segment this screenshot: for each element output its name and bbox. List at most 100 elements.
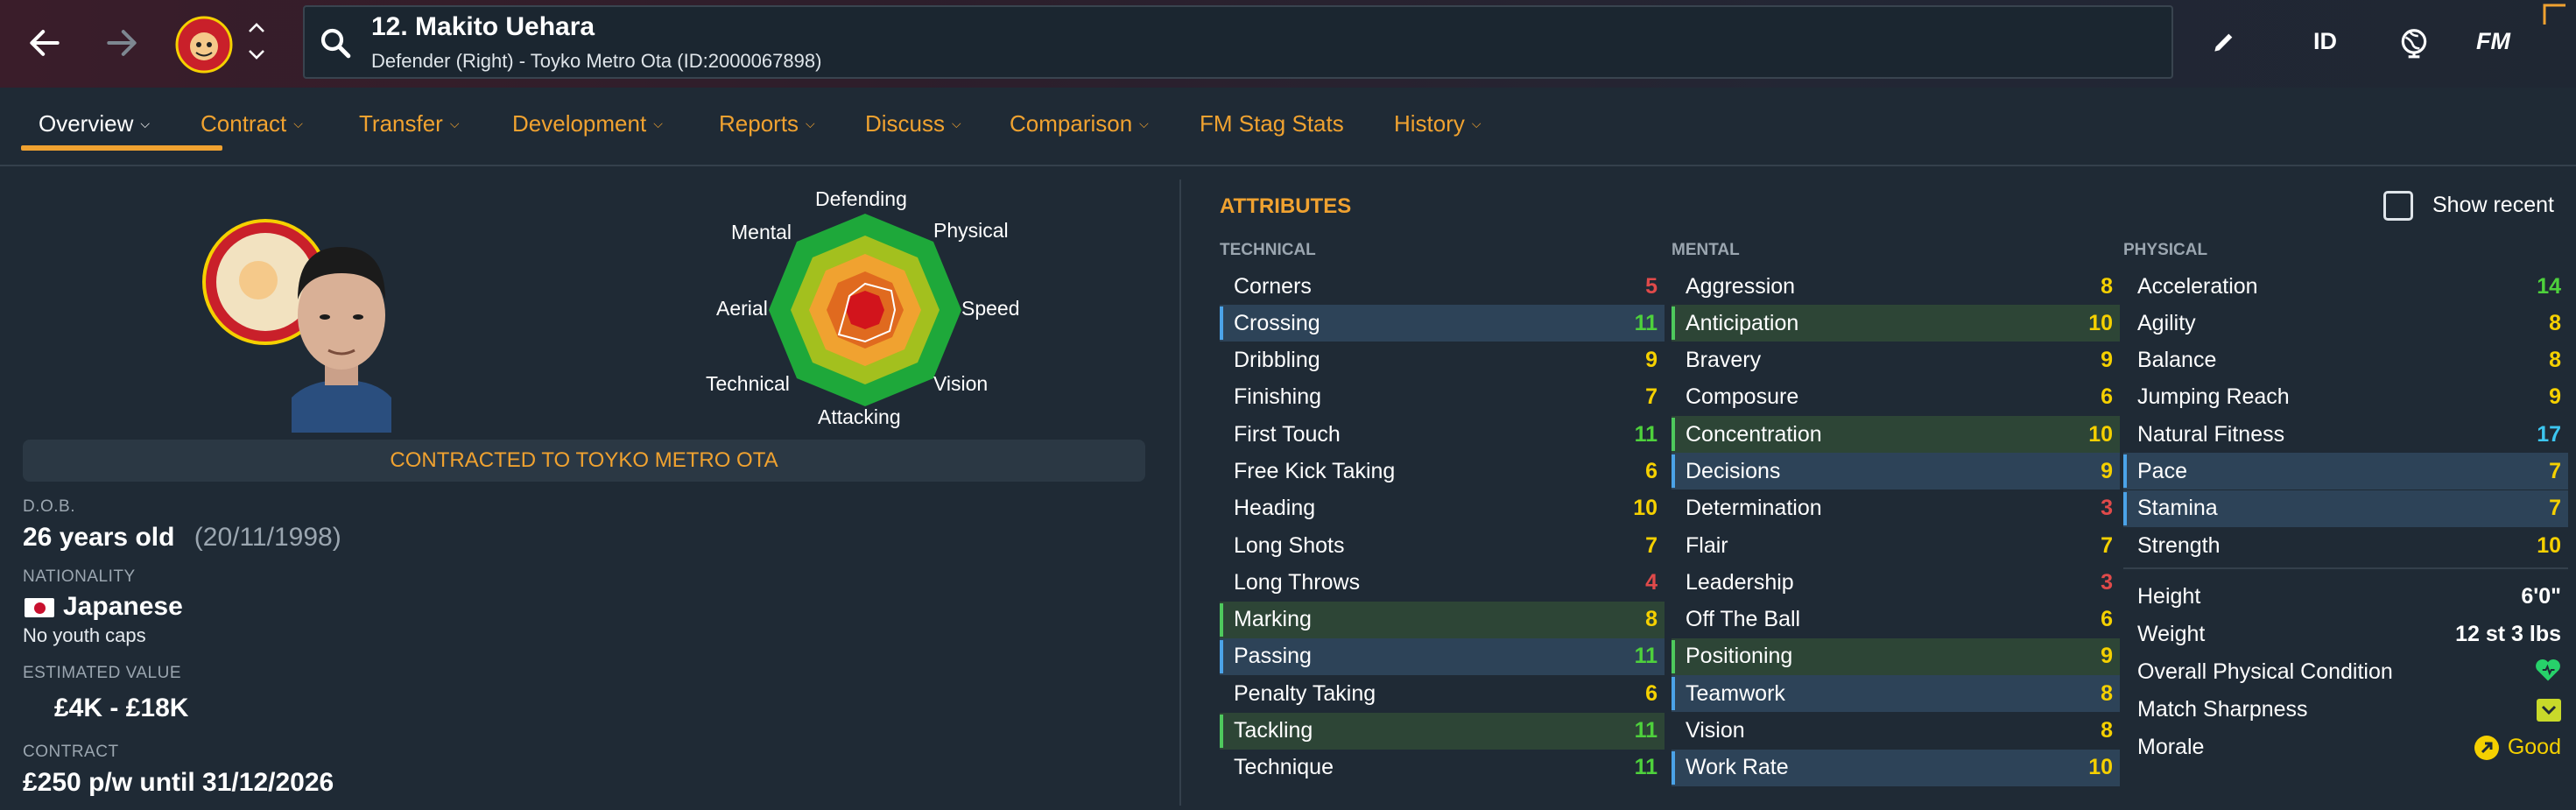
physical-attributes-list: Acceleration 14 Agility 8 Balance 8 Jumping Re… — [2123, 268, 2568, 564]
forward-arrow-icon[interactable] — [100, 21, 144, 65]
attribute-name: Crossing — [1234, 310, 1320, 335]
attribute-row[interactable]: Anticipation 10 — [1672, 305, 2120, 342]
attribute-row[interactable]: Positioning 9 — [1672, 637, 2120, 675]
attribute-row[interactable]: Vision 8 — [1672, 713, 2120, 750]
chevron-up-icon[interactable] — [245, 19, 268, 41]
attribute-row[interactable]: Crossing 11 — [1220, 305, 1665, 342]
attribute-row[interactable]: Pace 7 — [2123, 453, 2568, 490]
radar-label-vision: Vision — [933, 372, 989, 395]
attribute-row[interactable]: Concentration 10 — [1672, 416, 2120, 454]
chevron-down-icon: ⌵ — [1139, 116, 1149, 130]
tab-reports[interactable]: Reports ⌵ — [719, 110, 815, 137]
tab-overview[interactable]: Overview ⌵ — [39, 110, 150, 137]
attribute-row[interactable]: Long Throws 4 — [1220, 564, 1665, 601]
attribute-row[interactable]: Passing 11 — [1220, 637, 1665, 675]
attribute-name: Pace — [2137, 458, 2187, 483]
club-badge-icon[interactable] — [175, 16, 233, 74]
attribute-row[interactable]: Tackling 11 — [1220, 712, 1665, 750]
attribute-value: 7 — [2549, 458, 2561, 483]
attribute-row[interactable]: Teamwork 8 — [1672, 675, 2120, 713]
nationality-value[interactable]: Japanese — [63, 592, 183, 622]
attribute-row[interactable]: Agility 8 — [2123, 305, 2568, 342]
attribute-row[interactable]: Marking 8 — [1220, 601, 1665, 638]
attribute-row[interactable]: Long Shots 7 — [1220, 527, 1665, 564]
attribute-name: Passing — [1234, 644, 1312, 669]
mental-attributes-list: Aggression 8 Anticipation 10 Bravery 9 Composu… — [1672, 268, 2120, 786]
attribute-name: Acceleration — [2137, 273, 2258, 299]
chevron-down-icon: ⌵ — [1471, 116, 1482, 130]
attribute-value: 10 — [2088, 421, 2113, 447]
tab-comparison[interactable]: Comparison ⌵ — [1010, 110, 1149, 137]
show-recent-checkbox[interactable] — [2383, 191, 2413, 221]
attribute-value: 9 — [2101, 458, 2113, 483]
attribute-row[interactable]: Bravery 9 — [1672, 342, 2120, 379]
attribute-row[interactable]: Determination 3 — [1672, 490, 2120, 527]
tab-development[interactable]: Development ⌵ — [512, 110, 663, 137]
attribute-row[interactable]: Stamina 7 — [2123, 490, 2568, 527]
attribute-row[interactable]: Leadership 3 — [1672, 564, 2120, 601]
attribute-name: Agility — [2137, 310, 2196, 335]
attribute-name: Decisions — [1686, 458, 1781, 483]
show-recent-label[interactable]: Show recent — [2432, 193, 2554, 218]
attribute-value: 6 — [2101, 384, 2113, 410]
tab-contract[interactable]: Contract ⌵ — [201, 110, 303, 137]
morale-value: Good — [2507, 735, 2561, 759]
attribute-row[interactable]: Dribbling 9 — [1220, 342, 1665, 379]
attribute-row[interactable]: Flair 7 — [1672, 527, 2120, 564]
attribute-value: 14 — [2537, 273, 2561, 299]
chevron-down-icon: ⌵ — [806, 116, 815, 130]
estimated-value-label: ESTIMATED VALUE — [23, 664, 181, 682]
sharpness-icon[interactable] — [2537, 698, 2561, 722]
chevron-down-icon[interactable] — [245, 46, 268, 67]
attribute-row[interactable]: Technique 11 — [1220, 750, 1665, 786]
attribute-row[interactable]: Heading 10 — [1220, 490, 1665, 527]
attribute-row[interactable]: Decisions 9 — [1672, 453, 2120, 490]
attribute-row[interactable]: Balance 8 — [2123, 342, 2568, 379]
attribute-value: 6 — [1645, 680, 1658, 706]
tab-transfer[interactable]: Transfer ⌵ — [359, 110, 459, 137]
morale-value-wrap[interactable]: Good — [2474, 735, 2561, 760]
estimated-value: £4K - £18K — [54, 694, 189, 722]
mental-header: MENTAL — [1672, 241, 1740, 259]
attribute-row[interactable]: Strength 10 — [2123, 527, 2568, 564]
attribute-row[interactable]: Penalty Taking 6 — [1220, 675, 1665, 712]
attribute-row[interactable]: First Touch 11 — [1220, 416, 1665, 453]
attribute-row[interactable]: Aggression 8 — [1672, 268, 2120, 305]
search-icon[interactable] — [317, 25, 354, 66]
attribute-name: Corners — [1234, 273, 1312, 299]
attribute-row[interactable]: Corners 5 — [1220, 268, 1665, 305]
back-arrow-icon[interactable] — [23, 21, 67, 65]
tab-discuss[interactable]: Discuss ⌵ — [865, 110, 961, 137]
attribute-row[interactable]: Natural Fitness 17 — [2123, 416, 2568, 453]
morale-arrow-icon — [2474, 735, 2499, 760]
attribute-value: 4 — [1645, 569, 1658, 595]
morale-row: Morale Good — [2123, 729, 2568, 766]
edit-pencil-icon[interactable] — [2210, 28, 2238, 60]
attribute-name: Positioning — [1686, 644, 1793, 669]
attribute-row[interactable]: Off The Ball 6 — [1672, 602, 2120, 638]
age-text: 26 years old — [23, 523, 175, 552]
id-button[interactable]: ID — [2313, 28, 2337, 55]
youth-caps-value: No youth caps — [23, 624, 146, 646]
contract-status-banner: CONTRACTED TO TOYKO METRO OTA — [23, 440, 1145, 482]
tab-fm-stag-stats[interactable]: FM Stag Stats — [1200, 110, 1344, 137]
weight-label: Weight — [2137, 622, 2206, 646]
attribute-row[interactable]: Work Rate 10 — [1672, 749, 2120, 786]
globe-icon[interactable] — [2397, 26, 2431, 64]
attribute-value: 9 — [1645, 348, 1658, 373]
attribute-row[interactable]: Finishing 7 — [1220, 379, 1665, 416]
radar-label-mental: Mental — [731, 221, 792, 243]
contract-label: CONTRACT — [23, 743, 119, 761]
attribute-row[interactable]: Jumping Reach 9 — [2123, 379, 2568, 416]
attribute-row[interactable]: Acceleration 14 — [2123, 268, 2568, 305]
attribute-name: Strength — [2137, 532, 2221, 558]
attribute-row[interactable]: Composure 6 — [1672, 379, 2120, 416]
attribute-name: Marking — [1234, 607, 1312, 632]
tab-history[interactable]: History ⌵ — [1394, 110, 1482, 137]
heart-icon[interactable] — [2535, 658, 2561, 687]
attribute-row[interactable]: Free Kick Taking 6 — [1220, 453, 1665, 490]
attribute-value: 10 — [1633, 496, 1658, 521]
player-portrait — [197, 219, 400, 433]
height-row: Height 6'0" — [2123, 578, 2568, 616]
fm-button[interactable]: FM — [2476, 28, 2510, 55]
